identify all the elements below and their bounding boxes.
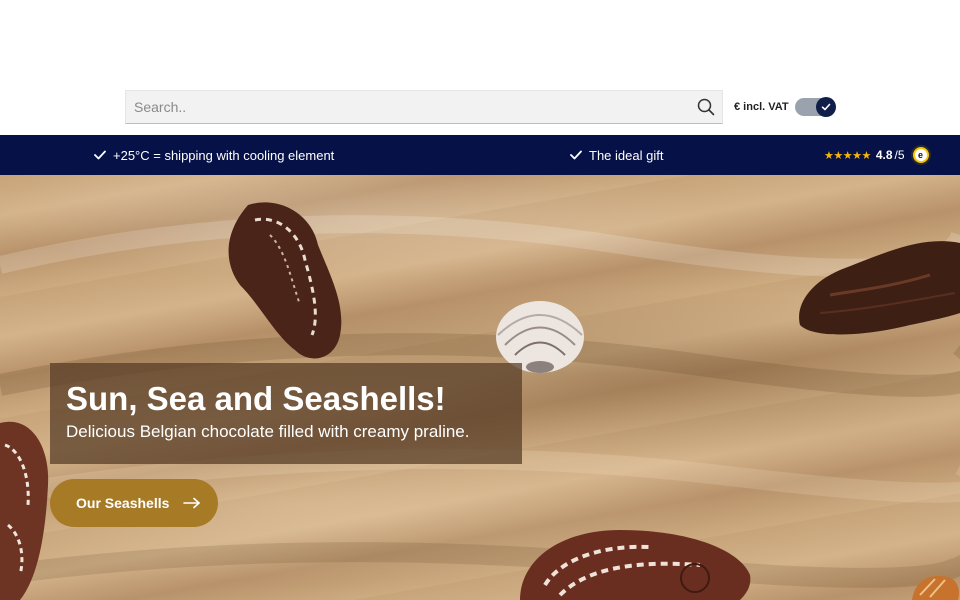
usp-item-cooling: +25°C = shipping with cooling element (94, 135, 334, 175)
usp-item-gift: The ideal gift (570, 135, 663, 175)
vat-toggle-group: € incl. VAT (734, 97, 836, 117)
arrow-right-icon (183, 497, 201, 509)
search-icon[interactable] (690, 91, 722, 123)
cta-label: Our Seashells (76, 495, 170, 511)
check-icon (570, 150, 582, 160)
rating-max: /5 (894, 148, 905, 162)
vat-toggle[interactable] (794, 97, 836, 117)
check-icon (94, 150, 106, 160)
rating-score: 4.8 (875, 148, 893, 162)
rating-widget[interactable]: ★★★★★ 4.8 /5 e (824, 135, 931, 175)
vat-toggle-label: € incl. VAT (734, 101, 789, 113)
header-search-row: € incl. VAT (0, 78, 960, 135)
hero-subheadline: Delicious Belgian chocolate filled with … (66, 422, 470, 441)
hero-text-box: Sun, Sea and Seashells! Delicious Belgia… (50, 363, 522, 464)
trust-badge-letter: e (914, 149, 927, 161)
conch-chocolate (520, 530, 751, 600)
search-input[interactable] (126, 91, 690, 123)
rating-stars-icon: ★★★★★ (824, 149, 871, 162)
usp-bar: +25°C = shipping with cooling element Th… (0, 135, 960, 175)
header-top-area (0, 0, 960, 78)
usp-text: +25°C = shipping with cooling element (113, 147, 335, 163)
search-box (125, 90, 723, 124)
toggle-check-icon (815, 97, 836, 117)
hero-headline: Sun, Sea and Seashells! (66, 380, 446, 417)
lobster-chocolate (799, 241, 960, 335)
hero-banner: Sun, Sea and Seashells! Delicious Belgia… (0, 175, 960, 600)
trusted-shops-badge-icon[interactable]: e (910, 145, 931, 165)
our-seashells-button[interactable]: Our Seashells (50, 479, 218, 527)
usp-text: The ideal gift (589, 147, 664, 163)
